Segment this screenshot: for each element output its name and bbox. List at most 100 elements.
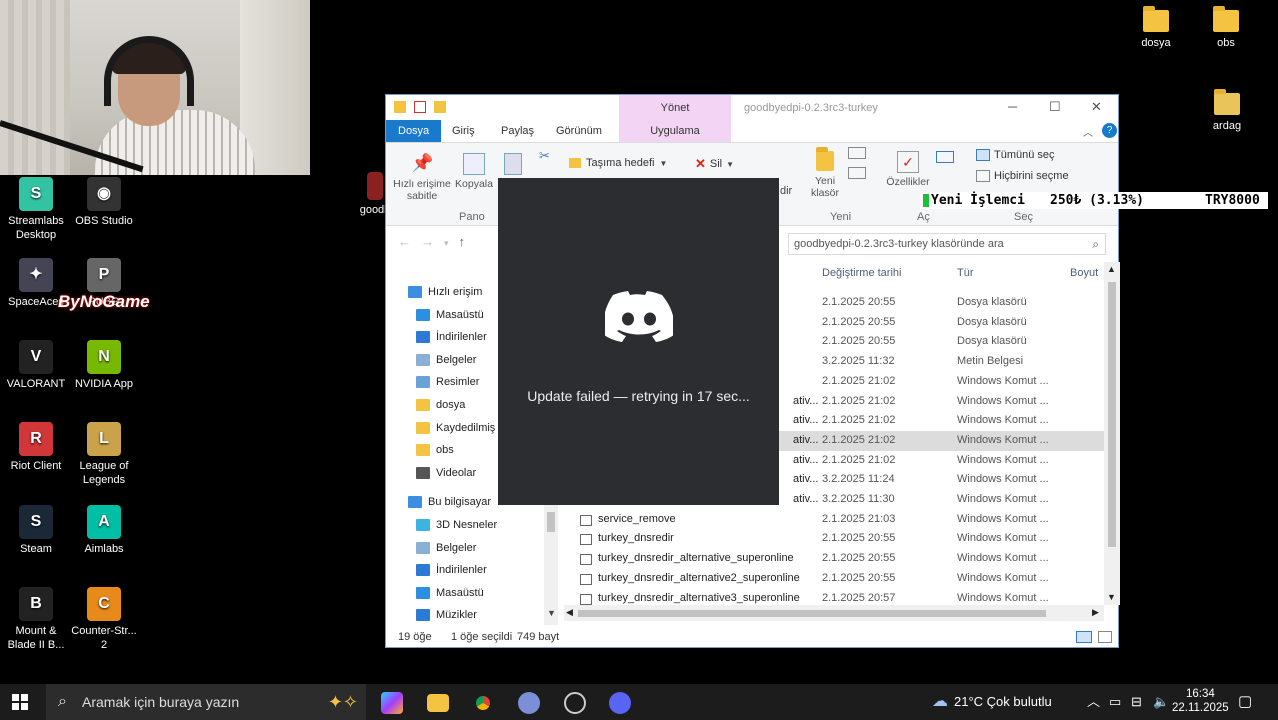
file-row[interactable]: turkey_dnsredir_alternative2_superonline… — [564, 569, 1104, 589]
paste-icon[interactable] — [504, 153, 522, 175]
maximize-button[interactable]: ☐ — [1049, 99, 1061, 115]
desktop-icon[interactable]: N NVIDIA App — [68, 340, 140, 391]
tab-dosya[interactable]: Dosya — [386, 120, 442, 142]
copy-button[interactable]: Kopyala — [452, 153, 496, 190]
scroll-down-icon[interactable]: ▼ — [1107, 592, 1116, 602]
nav-item[interactable]: 3D Nesneler — [416, 515, 497, 535]
app-icon: V — [19, 340, 53, 374]
chevron-down-icon[interactable]: ▾ — [444, 238, 459, 248]
discord-taskbar-icon[interactable] — [609, 692, 631, 714]
forward-arrow-icon[interactable]: → — [421, 234, 444, 249]
clock[interactable]: 16:34 22.11.2025 — [1172, 687, 1229, 720]
scroll-thumb[interactable] — [547, 512, 555, 532]
nav-item[interactable]: Masaüstü — [416, 305, 484, 325]
nav-item[interactable]: Kaydedilmiş — [416, 418, 495, 438]
folder-icon[interactable] — [394, 101, 406, 113]
network-icon[interactable]: ⊟ — [1131, 684, 1142, 720]
desktop-icon[interactable]: S Steam — [0, 505, 72, 556]
delete-button[interactable]: ✕ Sil ▼ — [695, 156, 734, 172]
notification-icon[interactable]: ▢ — [1238, 684, 1252, 720]
tab-uygulama-araclari[interactable]: Uygulama Araçları — [619, 120, 731, 159]
nav-item[interactable]: Hızlı erişim — [408, 282, 482, 302]
desktop-icon-obs[interactable]: obs — [1190, 6, 1262, 50]
scroll-up-icon[interactable]: ▲ — [1107, 264, 1116, 274]
nav-item[interactable]: Belgeler — [416, 538, 476, 558]
file-row[interactable]: turkey_dnsredir 2.1.2025 20:55 Windows Kom… — [564, 529, 1104, 549]
file-scrollbar-horizontal[interactable]: ◀ ▶ — [564, 605, 1104, 621]
large-icons-view-icon[interactable] — [1098, 631, 1112, 643]
desktop-icon[interactable]: R Riot Client — [0, 422, 72, 473]
windows-start-icon[interactable] — [12, 694, 28, 710]
nav-buttons[interactable]: ←→▾↑ — [398, 234, 475, 249]
nav-item[interactable]: Masaüstü — [416, 583, 484, 603]
column-date[interactable]: Değiştirme tarihi — [822, 262, 901, 284]
new-folder-button[interactable]: Yeni klasör — [804, 147, 846, 199]
meet-now-icon[interactable]: ▭ — [1109, 684, 1121, 720]
move-to-button[interactable]: Taşıma hedefi ▼ — [569, 157, 667, 169]
nav-item[interactable]: obs — [416, 440, 454, 460]
select-all-button[interactable]: Tümünü seç — [976, 149, 1055, 161]
speedometer-icon[interactable] — [564, 692, 586, 714]
desktop-icon[interactable]: B Mount & Blade II B... — [0, 587, 72, 652]
desktop-icon[interactable]: C Counter-Str... 2 — [68, 587, 140, 652]
desktop-icon[interactable]: S Streamlabs Desktop — [0, 177, 72, 242]
column-size[interactable]: Boyut — [1070, 262, 1098, 284]
nav-item[interactable]: Belgeler — [416, 350, 476, 370]
desktop-icon[interactable]: L League of Legends — [68, 422, 140, 487]
weather-widget[interactable]: ☁ 21°C Çok bulutlu — [932, 684, 1052, 720]
select-none-button[interactable]: Hiçbirini seçme — [976, 170, 1069, 182]
file-date: 2.1.2025 20:55 — [822, 532, 896, 545]
easy-access-icon[interactable] — [848, 167, 866, 179]
search-icon[interactable]: ⌕ — [1092, 234, 1099, 254]
new-item-icon[interactable] — [848, 147, 866, 159]
desktop-icon[interactable]: V VALORANT — [0, 340, 72, 391]
scroll-right-icon[interactable]: ▶ — [1092, 607, 1099, 618]
scroll-thumb[interactable] — [1108, 282, 1116, 547]
tab-giris[interactable]: Giriş — [440, 120, 487, 142]
file-explorer-taskbar-icon[interactable] — [427, 694, 449, 712]
file-date: 2.1.2025 21:02 — [822, 433, 896, 446]
column-type[interactable]: Tür — [957, 262, 974, 284]
scroll-thumb[interactable] — [578, 610, 1046, 617]
desktop-icon[interactable]: A Aimlabs — [68, 505, 140, 556]
nav-item[interactable]: Müzikler — [416, 605, 477, 625]
nav-item[interactable]: Resimler — [416, 372, 479, 392]
obs-taskbar-icon[interactable] — [518, 692, 540, 714]
properties-button[interactable]: ✓ Özellikler — [883, 151, 933, 188]
nav-item[interactable]: İndirilenler — [416, 560, 487, 580]
nav-item[interactable]: Videolar — [416, 463, 476, 483]
file-row[interactable]: turkey_dnsredir_alternative_superonline 2… — [564, 549, 1104, 569]
up-arrow-icon[interactable]: ↑ — [459, 234, 476, 249]
help-icon[interactable]: ? — [1102, 123, 1117, 138]
file-scrollbar-vertical[interactable]: ▲ ▼ — [1104, 262, 1120, 605]
chrome-icon[interactable] — [472, 692, 494, 714]
cut-icon[interactable]: ✂ — [539, 148, 550, 164]
volume-icon[interactable]: 🔈 — [1153, 684, 1169, 720]
selected-count: 1 öğe seçildi — [451, 631, 513, 643]
taskbar-search-input[interactable]: ⌕ Aramak için buraya yazın ✦✧ — [46, 684, 366, 720]
chevron-up-icon[interactable]: ︿ — [1087, 684, 1100, 720]
properties-check-icon[interactable] — [414, 101, 426, 113]
back-arrow-icon[interactable]: ← — [398, 234, 421, 249]
desktop-icon-dosya[interactable]: dosya — [1120, 6, 1192, 50]
desktop-icon-label: ardag — [1212, 120, 1242, 132]
tab-paylas[interactable]: Paylaş — [489, 120, 546, 142]
scroll-left-icon[interactable]: ◀ — [566, 607, 573, 618]
new-folder-icon[interactable] — [434, 101, 446, 113]
search-input[interactable]: goodbyedpi-0.2.3rc3-turkey klasöründe ar… — [788, 233, 1106, 255]
collapse-ribbon-icon[interactable]: ︿ — [1083, 124, 1093, 139]
file-row[interactable]: service_remove 2.1.2025 21:03 Windows Komu… — [564, 510, 1104, 530]
desktop-icon[interactable]: ◉ OBS Studio — [68, 177, 140, 228]
open-icon[interactable] — [936, 151, 954, 163]
nav-item[interactable]: İndirilenler — [416, 327, 487, 347]
details-view-icon[interactable] — [1076, 631, 1092, 643]
minimize-button[interactable]: ─ — [1008, 99, 1017, 114]
scroll-down-icon[interactable]: ▼ — [547, 608, 556, 618]
pin-quick-access-button[interactable]: 📌 Hızlı erişime sabitle — [392, 153, 452, 202]
close-button[interactable]: ✕ — [1091, 99, 1102, 115]
nav-item[interactable]: Bu bilgisayar — [408, 492, 491, 512]
tab-gorunum[interactable]: Görünüm — [544, 120, 614, 142]
desktop-icon-ardag[interactable]: ardag — [1191, 89, 1263, 133]
copilot-icon[interactable] — [381, 692, 403, 714]
nav-item[interactable]: dosya — [416, 395, 465, 415]
